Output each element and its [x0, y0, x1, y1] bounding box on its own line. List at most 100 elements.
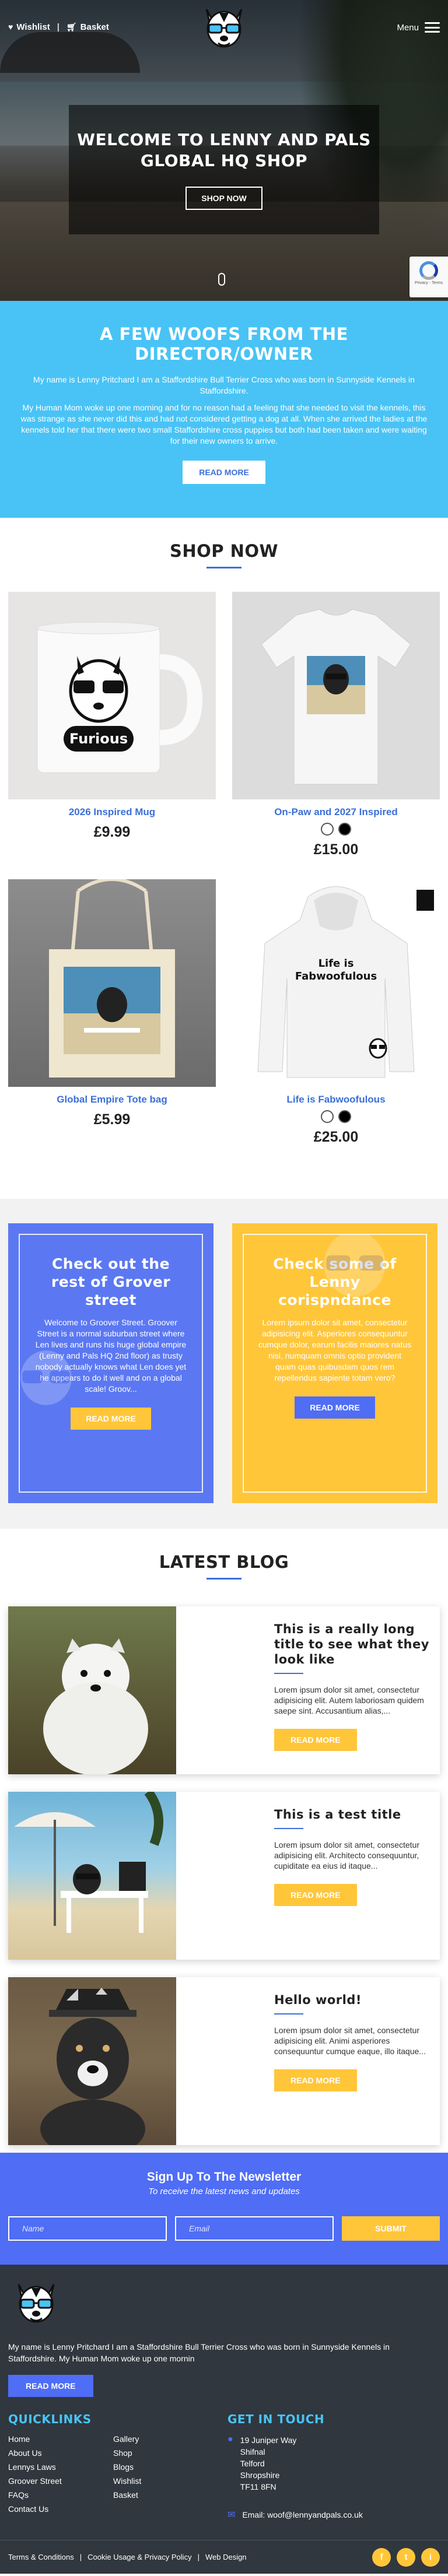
- product-card[interactable]: Life is Fabwoofulous Life is Fabwoofulou…: [232, 879, 440, 1146]
- director-paragraph-1: My name is Lenny Pritchard I am a Staffo…: [33, 375, 415, 395]
- product-card[interactable]: Furious 2026 Inspired Mug £9.99: [8, 592, 216, 858]
- newsletter-form: SUBMIT: [0, 2216, 448, 2241]
- product-name[interactable]: 2026 Inspired Mug: [8, 806, 216, 818]
- hero-banner: WELCOME TO LENNY AND PALS GLOBAL HQ SHOP…: [69, 105, 379, 234]
- envelope-icon: ✉: [228, 2510, 236, 2520]
- product-card[interactable]: Global Empire Tote bag £5.99: [8, 879, 216, 1146]
- product-image-mug[interactable]: Furious: [8, 592, 216, 799]
- white-dog-photo: [43, 1638, 148, 1774]
- director-paragraph-2: My Human Mom woke up one morning and for…: [20, 403, 428, 445]
- blog-post-card[interactable]: This is a test title Lorem ipsum dolor s…: [8, 1792, 440, 1960]
- blog-read-more-button[interactable]: READ MORE: [274, 1729, 357, 1751]
- twitter-icon[interactable]: t: [397, 2547, 415, 2567]
- blog-post-title[interactable]: Hello world!: [274, 1992, 430, 2008]
- top-links: ♥ Wishlist | 🛒︎ Basket: [8, 22, 109, 32]
- blog-post-card[interactable]: Hello world! Lorem ipsum dolor sit amet,…: [8, 1977, 440, 2145]
- promo-card-inner: Check some of Lenny corispndance Lorem i…: [243, 1234, 427, 1493]
- product-image-hoodie[interactable]: Life is Fabwoofulous: [232, 879, 440, 1087]
- get-in-touch-column: GET IN TOUCH ● 19 Juniper Way Shifnal Te…: [228, 2412, 438, 2521]
- footer-link-basket[interactable]: Basket: [113, 2490, 218, 2500]
- blog-post-list: This is a really long title to see what …: [8, 1606, 440, 2145]
- swatch-white[interactable]: [321, 823, 334, 836]
- swatch-black[interactable]: [338, 823, 351, 836]
- footer-link-faqs[interactable]: FAQs: [8, 2490, 113, 2500]
- footer-email[interactable]: Email: woof@lennyandpals.co.uk: [242, 2510, 362, 2519]
- name-input[interactable]: [8, 2216, 167, 2241]
- director-section: A FEW WOOFS FROM THE DIRECTOR/OWNER My n…: [0, 301, 448, 518]
- blog-post-image[interactable]: [8, 1977, 176, 2145]
- location-pin-icon: ●: [228, 2434, 233, 2444]
- top-bar: ♥ Wishlist | 🛒︎ Basket Menu: [0, 0, 448, 56]
- shop-title: SHOP NOW: [169, 541, 279, 561]
- product-card[interactable]: On-Paw and 2027 Inspired £15.00: [232, 592, 440, 858]
- promo-read-more-button[interactable]: READ MORE: [295, 1396, 375, 1419]
- cookie-policy-link[interactable]: Cookie Usage & Privacy Policy: [88, 2553, 191, 2561]
- footer-dog-logo-icon[interactable]: [8, 2280, 64, 2329]
- footer-link-lennys-laws[interactable]: Lennys Laws: [8, 2462, 113, 2472]
- product-name[interactable]: Life is Fabwoofulous: [232, 1094, 440, 1105]
- footer-link-shop[interactable]: Shop: [113, 2448, 218, 2458]
- heart-icon: ♥: [8, 22, 13, 31]
- web-design-link[interactable]: Web Design: [205, 2553, 247, 2561]
- product-image-tshirt[interactable]: [232, 592, 440, 799]
- footer-link-gallery[interactable]: Gallery: [113, 2434, 218, 2444]
- footer-link-about-us[interactable]: About Us: [8, 2448, 113, 2458]
- hero-section: ♥ Wishlist | 🛒︎ Basket Menu WELCOME TO L…: [0, 0, 448, 301]
- footer-link-blogs[interactable]: Blogs: [113, 2462, 218, 2472]
- color-swatches: [232, 823, 440, 836]
- blog-post-excerpt: Lorem ipsum dolor sit amet, consectetur …: [274, 1840, 419, 1870]
- mug-illustration: Furious: [37, 622, 203, 773]
- site-logo[interactable]: [196, 5, 252, 54]
- blog-read-more-button[interactable]: READ MORE: [274, 1884, 357, 1906]
- facebook-icon[interactable]: f: [372, 2547, 391, 2567]
- instagram-icon[interactable]: i: [421, 2547, 440, 2567]
- email-row[interactable]: ✉ Email: woof@lennyandpals.co.uk: [228, 2509, 438, 2521]
- recaptcha-icon: [419, 261, 438, 280]
- footer-link-home[interactable]: Home: [8, 2434, 113, 2444]
- quicklinks-column: QUICKLINKS Home Gallery About Us Shop Le…: [8, 2412, 228, 2521]
- basket-icon: 🛒︎: [66, 22, 77, 31]
- product-price: £5.99: [93, 1111, 131, 1128]
- email-input[interactable]: [175, 2216, 334, 2241]
- product-image-tote[interactable]: [8, 879, 216, 1087]
- site-footer: My name is Lenny Pritchard I am a Staffo…: [0, 2265, 448, 2574]
- submit-button[interactable]: SUBMIT: [342, 2216, 440, 2241]
- blog-post-card[interactable]: This is a really long title to see what …: [8, 1606, 440, 1774]
- footer-link-groover-street[interactable]: Groover Street: [8, 2476, 113, 2486]
- recaptcha-badge[interactable]: Privacy - Terms: [410, 257, 448, 297]
- top-links-separator: |: [57, 22, 60, 32]
- basket-link[interactable]: 🛒︎ Basket: [66, 22, 109, 32]
- quicklinks-title: QUICKLINKS: [8, 2412, 92, 2426]
- newsletter-subtitle: To receive the latest news and updates: [148, 2187, 300, 2196]
- footer-read-more-button[interactable]: READ MORE: [8, 2375, 93, 2397]
- blog-post-body: This is a test title Lorem ipsum dolor s…: [274, 1792, 440, 1960]
- swatch-white[interactable]: [321, 1110, 334, 1123]
- promo-text: Lorem ipsum dolor sit amet, consectetur …: [258, 1318, 412, 1382]
- footer-link-contact-us[interactable]: Contact Us: [8, 2504, 113, 2514]
- blog-read-more-button[interactable]: READ MORE: [274, 2069, 357, 2091]
- director-read-more-button[interactable]: READ MORE: [183, 461, 265, 484]
- blog-post-image[interactable]: [8, 1792, 176, 1960]
- wishlist-link[interactable]: ♥ Wishlist: [8, 22, 50, 32]
- blog-post-title[interactable]: This is a really long title to see what …: [274, 1622, 430, 1667]
- blog-post-excerpt: Lorem ipsum dolor sit amet, consectetur …: [274, 1685, 424, 1715]
- shop-now-button[interactable]: SHOP NOW: [186, 187, 262, 210]
- hoodie-text-1: Life is: [318, 957, 354, 970]
- promo-section: Check out the rest of Grover street Welc…: [0, 1199, 448, 1529]
- product-name[interactable]: Global Empire Tote bag: [8, 1094, 216, 1105]
- swatch-black[interactable]: [338, 1110, 351, 1123]
- hero-title: WELCOME TO LENNY AND PALS GLOBAL HQ SHOP: [77, 130, 371, 170]
- hat-dog-photo: [40, 1988, 145, 2145]
- terms-link[interactable]: Terms & Conditions: [8, 2553, 74, 2561]
- blog-title: LATEST BLOG: [159, 1552, 289, 1572]
- product-name[interactable]: On-Paw and 2027 Inspired: [232, 806, 440, 818]
- title-underline: [206, 1578, 242, 1580]
- legal-links: Terms & Conditions | Cookie Usage & Priv…: [8, 2553, 247, 2561]
- promo-card-inner: Check out the rest of Grover street Welc…: [19, 1234, 203, 1493]
- blog-post-title[interactable]: This is a test title: [274, 1807, 430, 1822]
- scroll-indicator-icon[interactable]: [218, 273, 225, 286]
- footer-link-wishlist[interactable]: Wishlist: [113, 2476, 218, 2486]
- blog-post-image[interactable]: [8, 1606, 176, 1774]
- mug-text: Furious: [69, 731, 128, 747]
- menu-toggle[interactable]: Menu: [397, 22, 440, 33]
